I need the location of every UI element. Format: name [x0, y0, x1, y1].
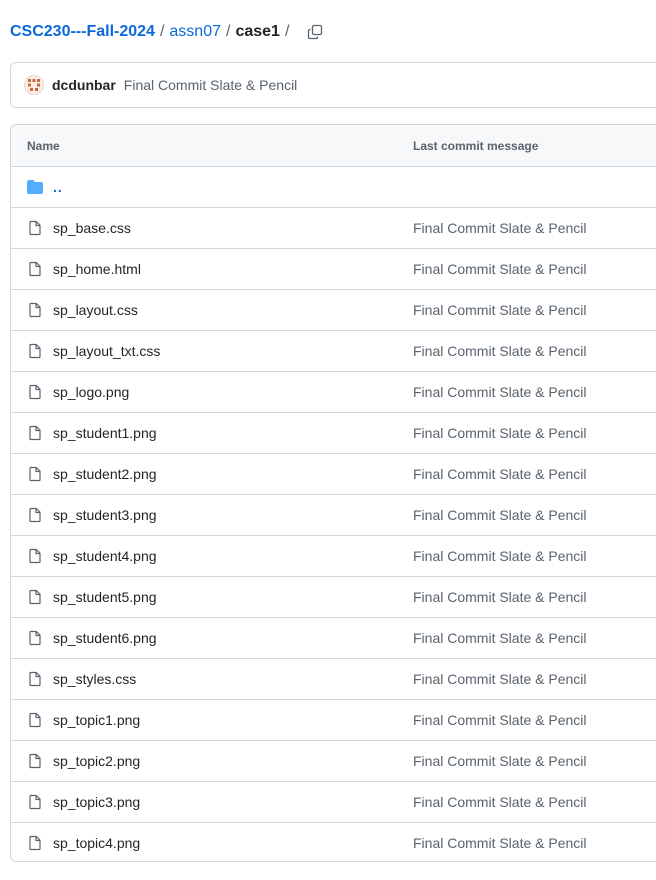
breadcrumb-separator: /: [284, 23, 290, 40]
copy-path-button[interactable]: [304, 21, 326, 43]
breadcrumb-separator: /: [226, 23, 231, 40]
file-row[interactable]: sp_student6.png Final Commit Slate & Penc…: [11, 618, 656, 659]
file-commit-message-link[interactable]: Final Commit Slate & Pencil: [413, 425, 587, 441]
file-icon: [29, 548, 41, 564]
file-row[interactable]: sp_layout_txt.css Final Commit Slate & Pe…: [11, 331, 656, 372]
file-name-link[interactable]: sp_base.css: [53, 220, 131, 236]
column-header-name: Name: [27, 138, 60, 153]
latest-commit-bar: dcdunbar Final Commit Slate & Pencil: [10, 62, 656, 108]
file-commit-message-link[interactable]: Final Commit Slate & Pencil: [413, 261, 587, 277]
file-row[interactable]: sp_student5.png Final Commit Slate & Penc…: [11, 577, 656, 618]
file-name-link[interactable]: sp_topic3.png: [53, 794, 140, 810]
identicon-icon: [28, 79, 40, 91]
avatar[interactable]: [24, 75, 44, 95]
file-icon: [29, 794, 41, 810]
parent-directory-link[interactable]: ..: [53, 179, 63, 195]
file-commit-message-link[interactable]: Final Commit Slate & Pencil: [413, 671, 587, 687]
file-row[interactable]: sp_student3.png Final Commit Slate & Penc…: [11, 495, 656, 536]
copy-icon: [308, 24, 323, 40]
file-icon: [29, 343, 41, 359]
breadcrumb-separator: /: [159, 23, 165, 40]
file-name-link[interactable]: sp_styles.css: [53, 671, 136, 687]
file-name-link[interactable]: sp_layout.css: [53, 302, 138, 318]
file-icon: [29, 835, 41, 851]
file-icon: [29, 261, 41, 277]
file-row[interactable]: sp_student4.png Final Commit Slate & Penc…: [11, 536, 656, 577]
file-row[interactable]: sp_student1.png Final Commit Slate & Penc…: [11, 413, 656, 454]
file-icon: [29, 712, 41, 728]
file-commit-message-link[interactable]: Final Commit Slate & Pencil: [413, 835, 587, 851]
file-row[interactable]: sp_topic3.png Final Commit Slate & Pencil: [11, 782, 656, 823]
file-commit-message-link[interactable]: Final Commit Slate & Pencil: [413, 343, 587, 359]
file-commit-message-link[interactable]: Final Commit Slate & Pencil: [413, 466, 587, 482]
file-name-link[interactable]: sp_student6.png: [53, 630, 157, 646]
file-name-link[interactable]: sp_student4.png: [53, 548, 157, 564]
file-commit-message-link[interactable]: Final Commit Slate & Pencil: [413, 548, 587, 564]
file-icon: [29, 302, 41, 318]
file-commit-message-link[interactable]: Final Commit Slate & Pencil: [413, 630, 587, 646]
file-icon: [29, 630, 41, 646]
file-commit-message-link[interactable]: Final Commit Slate & Pencil: [413, 589, 587, 605]
file-row[interactable]: sp_topic2.png Final Commit Slate & Pencil: [11, 741, 656, 782]
breadcrumb-folder-link[interactable]: assn07: [169, 23, 221, 41]
file-name-link[interactable]: sp_student3.png: [53, 507, 157, 523]
file-commit-message-link[interactable]: Final Commit Slate & Pencil: [413, 712, 587, 728]
file-name-link[interactable]: sp_student2.png: [53, 466, 157, 482]
file-name-link[interactable]: sp_logo.png: [53, 384, 129, 400]
file-row[interactable]: sp_base.css Final Commit Slate & Pencil: [11, 208, 656, 249]
file-icon: [29, 384, 41, 400]
file-name-link[interactable]: sp_student5.png: [53, 589, 157, 605]
file-table: Name Last commit message .. sp_base.css F…: [10, 124, 656, 862]
commit-message-link[interactable]: Final Commit Slate & Pencil: [124, 77, 298, 93]
file-icon: [29, 220, 41, 236]
file-row[interactable]: sp_student2.png Final Commit Slate & Penc…: [11, 454, 656, 495]
file-name-link[interactable]: sp_topic4.png: [53, 835, 140, 851]
column-header-last-commit: Last commit message: [413, 138, 539, 153]
file-commit-message-link[interactable]: Final Commit Slate & Pencil: [413, 384, 587, 400]
parent-directory-row[interactable]: ..: [11, 167, 656, 208]
file-icon: [29, 507, 41, 523]
file-icon: [29, 671, 41, 687]
file-name-link[interactable]: sp_topic1.png: [53, 712, 140, 728]
file-icon: [29, 589, 41, 605]
file-commit-message-link[interactable]: Final Commit Slate & Pencil: [413, 794, 587, 810]
file-row[interactable]: sp_styles.css Final Commit Slate & Pencil: [11, 659, 656, 700]
file-icon: [29, 753, 41, 769]
file-name-link[interactable]: sp_layout_txt.css: [53, 343, 160, 359]
file-name-link[interactable]: sp_home.html: [53, 261, 141, 277]
file-commit-message-link[interactable]: Final Commit Slate & Pencil: [413, 753, 587, 769]
breadcrumb-repo-link[interactable]: CSC230---Fall-2024: [10, 23, 155, 41]
file-row[interactable]: sp_layout.css Final Commit Slate & Pencil: [11, 290, 656, 331]
file-icon: [29, 425, 41, 441]
file-row[interactable]: sp_topic1.png Final Commit Slate & Pencil: [11, 700, 656, 741]
file-name-link[interactable]: sp_student1.png: [53, 425, 157, 441]
file-row[interactable]: sp_topic4.png Final Commit Slate & Pencil: [11, 823, 656, 861]
file-name-link[interactable]: sp_topic2.png: [53, 753, 140, 769]
file-commit-message-link[interactable]: Final Commit Slate & Pencil: [413, 302, 587, 318]
file-row[interactable]: sp_home.html Final Commit Slate & Pencil: [11, 249, 656, 290]
file-commit-message-link[interactable]: Final Commit Slate & Pencil: [413, 507, 587, 523]
breadcrumb-current: case1: [235, 23, 280, 40]
file-commit-message-link[interactable]: Final Commit Slate & Pencil: [413, 220, 587, 236]
table-header: Name Last commit message: [11, 125, 656, 167]
breadcrumb: CSC230---Fall-2024 / assn07 / case1 /: [10, 20, 326, 44]
file-icon: [29, 466, 41, 482]
folder-icon: [27, 180, 43, 194]
file-browser-page: CSC230---Fall-2024 / assn07 / case1 / dc…: [0, 0, 656, 880]
commit-author-link[interactable]: dcdunbar: [52, 77, 116, 93]
file-row[interactable]: sp_logo.png Final Commit Slate & Pencil: [11, 372, 656, 413]
